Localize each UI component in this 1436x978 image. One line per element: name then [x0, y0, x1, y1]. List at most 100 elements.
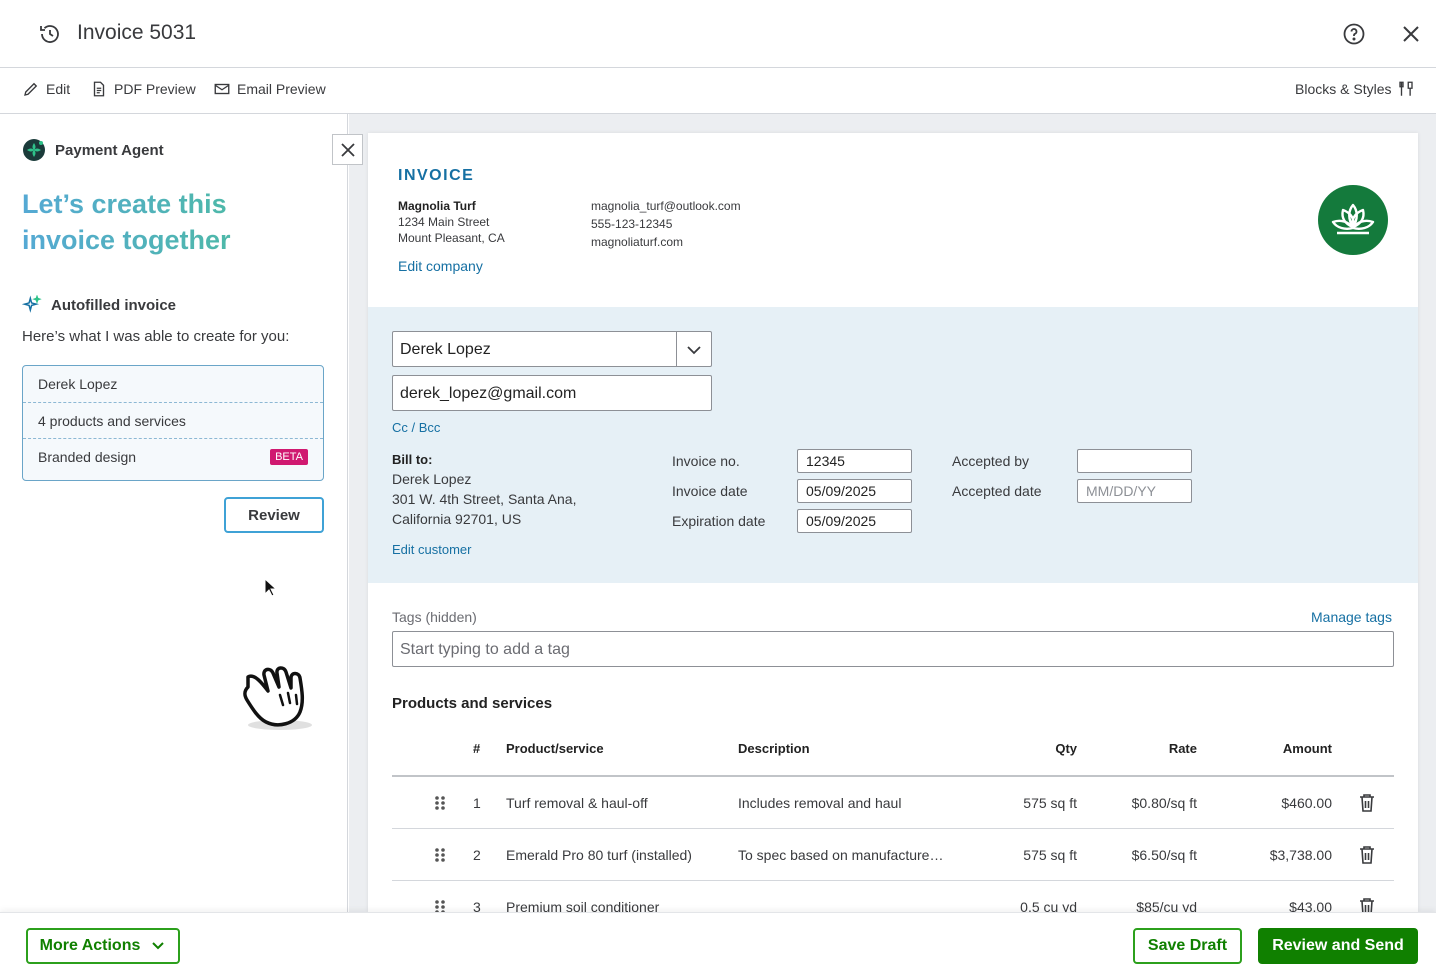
edit-button[interactable]: Edit: [22, 80, 70, 98]
invoice-date-field[interactable]: 05/09/2025: [797, 479, 912, 503]
agent-header: Payment Agent: [22, 138, 164, 162]
history-icon[interactable]: [38, 22, 62, 46]
pdf-preview-button[interactable]: PDF Preview: [90, 80, 196, 98]
row-num: 3: [473, 899, 481, 912]
row-rate[interactable]: $0.80/sq ft: [1098, 795, 1197, 811]
chevron-down-icon: [152, 942, 165, 950]
row-description[interactable]: To spec based on manufacture…: [738, 847, 943, 863]
autofill-summary: Derek Lopez 4 products and services Bran…: [22, 365, 324, 481]
row-description[interactable]: Includes removal and haul: [738, 795, 901, 811]
mouse-pointer-icon: [264, 578, 278, 597]
close-panel-button[interactable]: [332, 134, 363, 165]
trash-icon[interactable]: [1358, 897, 1376, 912]
customer-email-field[interactable]: derek_lopez@gmail.com: [392, 375, 712, 411]
customer-select-value: Derek Lopez: [400, 341, 491, 358]
company-street: 1234 Main Street: [398, 215, 490, 229]
row-product[interactable]: Premium soil conditioner: [506, 899, 659, 912]
row-num: 1: [473, 795, 481, 811]
agent-name: Payment Agent: [55, 141, 164, 159]
row-qty[interactable]: 0.5 cu yd: [988, 899, 1077, 912]
drag-handle-icon[interactable]: [434, 899, 446, 912]
more-actions-label: More Actions: [39, 937, 141, 954]
email-preview-button[interactable]: Email Preview: [213, 80, 326, 98]
expiration-date-label: Expiration date: [672, 513, 766, 529]
summary-customer: Derek Lopez: [38, 376, 118, 392]
row-product[interactable]: Emerald Pro 80 turf (installed): [506, 847, 692, 863]
col-header-description: Description: [738, 741, 810, 756]
tags-label: Tags (hidden): [392, 609, 477, 625]
autofilled-title: Autofilled invoice: [51, 296, 177, 314]
invoice-document: INVOICE Magnolia Turf 1234 Main Street M…: [368, 133, 1418, 912]
col-header-amount: Amount: [1282, 741, 1332, 756]
expiration-date-field[interactable]: 05/09/2025: [797, 509, 912, 533]
row-qty[interactable]: 575 sq ft: [988, 795, 1077, 811]
invoice-date-label: Invoice date: [672, 483, 748, 499]
bill-to-label: Bill to:: [392, 452, 433, 467]
company-name: Magnolia Turf: [398, 199, 476, 213]
summary-item: Derek Lopez: [23, 366, 323, 402]
company-website: magnoliaturf.com: [591, 235, 684, 249]
row-num: 2: [473, 847, 481, 863]
row-qty[interactable]: 575 sq ft: [988, 847, 1077, 863]
edit-customer-link[interactable]: Edit customer: [392, 542, 471, 557]
sparkle-icon: [22, 295, 42, 313]
cc-bcc-link[interactable]: Cc / Bcc: [392, 420, 440, 435]
close-icon: [340, 142, 355, 157]
agent-logo-icon: [23, 139, 45, 161]
select-divider: [676, 332, 677, 366]
review-and-send-button[interactable]: Review and Send: [1258, 928, 1418, 964]
close-icon[interactable]: [1399, 22, 1423, 46]
envelope-icon: [214, 83, 230, 95]
company-email: magnolia_turf@outlook.com: [591, 199, 741, 213]
help-icon[interactable]: [1342, 22, 1366, 46]
company-phone: 555-123-12345: [591, 217, 673, 231]
drag-handle-icon[interactable]: [434, 847, 446, 863]
row-amount: $43.00: [1289, 899, 1332, 912]
row-rate[interactable]: $6.50/sq ft: [1098, 847, 1197, 863]
row-product[interactable]: Turf removal & haul-off: [506, 795, 648, 811]
edit-company-link[interactable]: Edit company: [398, 258, 483, 274]
more-actions-button[interactable]: More Actions: [26, 928, 180, 964]
manage-tags-link[interactable]: Manage tags: [1311, 609, 1392, 625]
save-draft-button[interactable]: Save Draft: [1133, 928, 1242, 964]
toolbar: Edit PDF Preview Email Preview Blocks & …: [0, 68, 1436, 114]
beta-badge: BETA: [270, 448, 308, 465]
payment-agent-panel: Payment Agent Let’s create this invoice …: [0, 114, 348, 912]
summary-products: 4 products and services: [38, 412, 186, 429]
edit-label: Edit: [46, 81, 71, 97]
accepted-by-label: Accepted by: [952, 453, 1030, 469]
table-header-divider: [392, 775, 1394, 777]
row-divider: [392, 828, 1394, 829]
trash-icon[interactable]: [1358, 845, 1376, 865]
customer-select[interactable]: Derek Lopez: [392, 331, 712, 367]
accepted-date-field[interactable]: MM/DD/YY: [1077, 479, 1192, 503]
invoice-no-field[interactable]: 12345: [797, 449, 912, 473]
header-bar: Invoice 5031: [0, 0, 1436, 68]
pencil-icon: [24, 82, 38, 96]
col-header-num: #: [473, 741, 481, 756]
bill-to-address-line2: California 92701, US: [392, 511, 522, 527]
accepted-by-field[interactable]: [1077, 449, 1192, 473]
bill-to-name: Derek Lopez: [392, 471, 472, 487]
col-header-rate: Rate: [1168, 741, 1197, 756]
invoice-no-label: Invoice no.: [672, 453, 740, 469]
chevron-down-icon[interactable]: [685, 341, 703, 359]
email-preview-label: Email Preview: [237, 81, 326, 97]
trash-icon[interactable]: [1358, 793, 1376, 813]
products-title: Products and services: [392, 695, 553, 712]
lotus-icon: [1331, 203, 1375, 235]
page-title: Invoice 5031: [77, 21, 197, 44]
blocks-styles-button[interactable]: Blocks & Styles: [1295, 80, 1415, 98]
summary-item: Branded design BETA: [23, 438, 323, 474]
row-amount: $3,738.00: [1269, 847, 1332, 863]
summary-item: 4 products and services: [23, 402, 323, 438]
drag-handle-icon[interactable]: [434, 795, 446, 811]
agent-intro: Here’s what I was able to create for you…: [22, 328, 290, 345]
review-button[interactable]: Review: [224, 497, 324, 533]
document-icon: [93, 81, 105, 97]
tag-input[interactable]: Start typing to add a tag: [392, 631, 1394, 667]
col-header-qty: Qty: [1055, 741, 1077, 756]
company-city: Mount Pleasant, CA: [398, 231, 505, 245]
row-rate[interactable]: $85/cu yd: [1098, 899, 1197, 912]
blocks-styles-label: Blocks & Styles: [1295, 81, 1392, 97]
